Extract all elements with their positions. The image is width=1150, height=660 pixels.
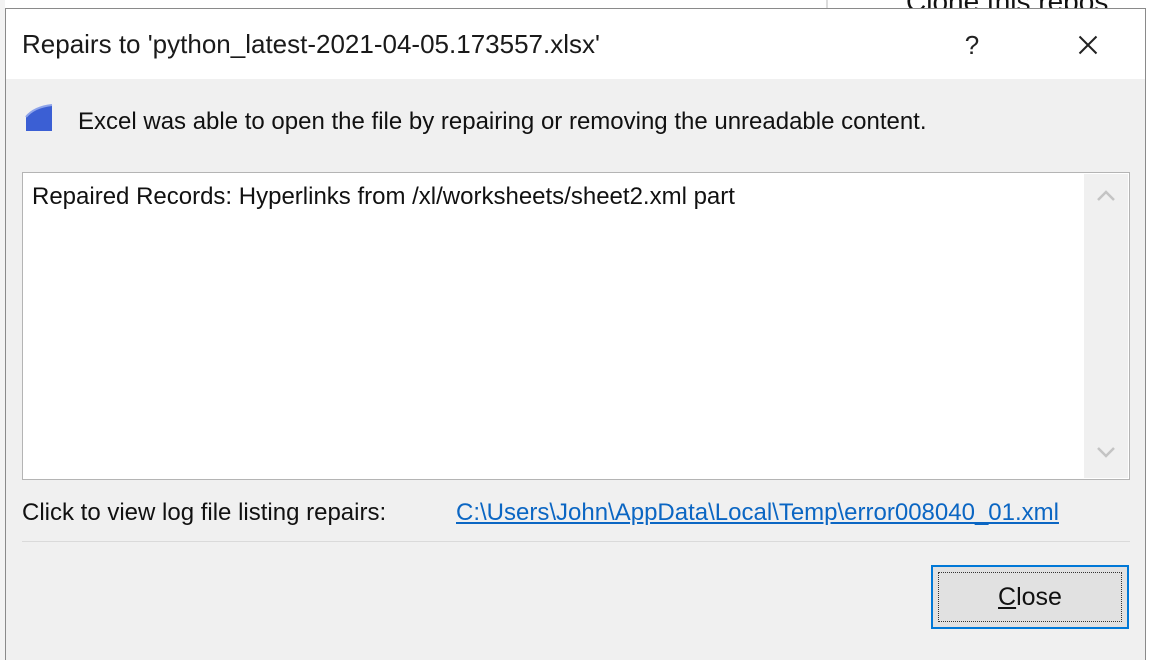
background-divider xyxy=(826,0,828,8)
vertical-scrollbar[interactable] xyxy=(1084,174,1128,478)
log-file-link[interactable]: C:\Users\John\AppData\Local\Temp\error00… xyxy=(456,499,1059,527)
repair-message: Excel was able to open the file by repai… xyxy=(78,108,927,135)
repair-details-textbox[interactable]: Repaired Records: Hyperlinks from /xl/wo… xyxy=(22,172,1130,480)
close-icon[interactable] xyxy=(1064,23,1112,67)
repairs-dialog: Repairs to 'python_latest-2021-04-05.173… xyxy=(5,8,1146,660)
excel-repair-icon xyxy=(25,104,53,131)
dialog-titlebar: Repairs to 'python_latest-2021-04-05.173… xyxy=(6,9,1145,79)
scroll-down-icon[interactable] xyxy=(1094,440,1118,464)
repair-details-text: Repaired Records: Hyperlinks from /xl/wo… xyxy=(32,183,735,210)
close-button[interactable]: Close xyxy=(931,565,1129,629)
separator xyxy=(22,541,1130,542)
help-button[interactable]: ? xyxy=(948,23,996,67)
dialog-title: Repairs to 'python_latest-2021-04-05.173… xyxy=(22,29,600,59)
close-button-label: Close xyxy=(938,572,1122,622)
scroll-up-icon[interactable] xyxy=(1094,184,1118,208)
log-file-label: Click to view log file listing repairs: xyxy=(22,499,387,526)
